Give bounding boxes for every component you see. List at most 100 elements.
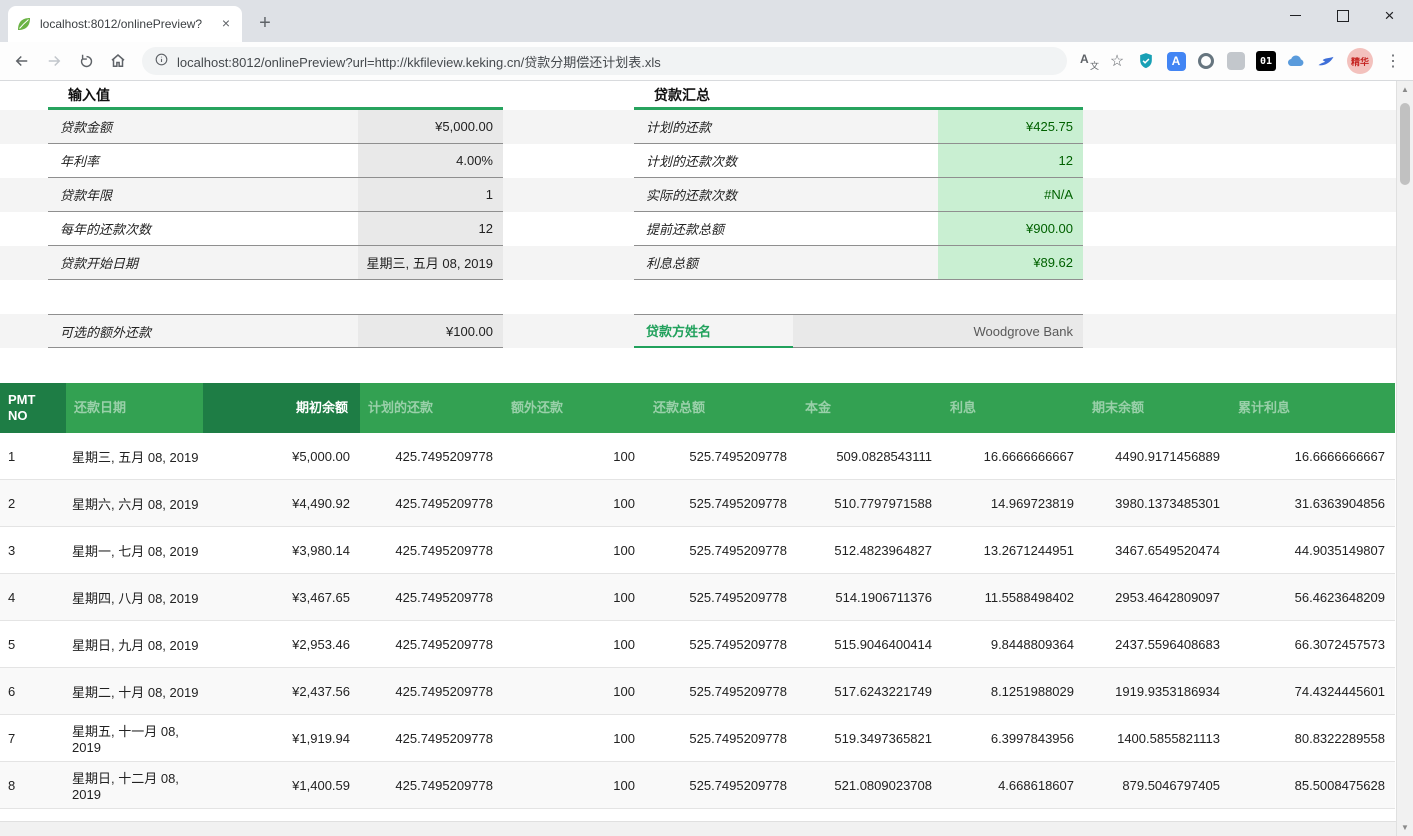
schedule-column-header: 计划的还款 bbox=[360, 383, 503, 433]
input-label: 每年的还款次数 bbox=[48, 212, 358, 245]
scroll-up-icon[interactable]: ▲ bbox=[1397, 81, 1413, 98]
horizontal-scrollbar[interactable] bbox=[0, 821, 1396, 836]
scrollbar-thumb[interactable] bbox=[1400, 103, 1410, 185]
bookmark-star-icon[interactable]: ☆ bbox=[1104, 48, 1130, 74]
summary-value: ¥900.00 bbox=[938, 212, 1083, 245]
address-bar[interactable]: localhost:8012/onlinePreview?url=http://… bbox=[142, 47, 1067, 75]
schedule-column-header: 还款日期 bbox=[66, 383, 203, 433]
bird-extension-icon[interactable] bbox=[1314, 49, 1338, 73]
schedule-cell: ¥5,000.00 bbox=[203, 433, 360, 480]
lender-row: 贷款方姓名 Woodgrove Bank bbox=[634, 314, 1083, 348]
browser-toolbar: localhost:8012/onlinePreview?url=http://… bbox=[0, 42, 1413, 81]
scroll-down-icon[interactable]: ▼ bbox=[1397, 819, 1413, 836]
schedule-cell: 519.3497365821 bbox=[797, 715, 942, 762]
schedule-cell: ¥1,919.94 bbox=[203, 715, 360, 762]
schedule-cell: 星期二, 十月 08, 2019 bbox=[66, 668, 203, 715]
summary-label: 实际的还款次数 bbox=[634, 178, 938, 211]
summary-value: ¥425.75 bbox=[938, 110, 1083, 143]
close-window-button[interactable]: × bbox=[1366, 0, 1413, 31]
profile-avatar[interactable]: 精华 bbox=[1347, 48, 1373, 74]
new-tab-button[interactable]: + bbox=[252, 10, 278, 36]
schedule-cell: 星期一, 七月 08, 2019 bbox=[66, 527, 203, 574]
translate-icon[interactable]: A文 bbox=[1076, 48, 1102, 74]
schedule-cell: ¥3,467.65 bbox=[203, 574, 360, 621]
amortization-table: PMT NO还款日期期初余额计划的还款额外还款还款总额本金利息期末余额累计利息 … bbox=[0, 383, 1395, 836]
schedule-cell: 31.6363904856 bbox=[1230, 480, 1395, 527]
tab-title: localhost:8012/onlinePreview? bbox=[40, 17, 218, 31]
schedule-cell: 525.7495209778 bbox=[645, 433, 797, 480]
schedule-cell: 510.7797971588 bbox=[797, 480, 942, 527]
minimize-button[interactable] bbox=[1272, 0, 1319, 31]
cloud-extension-icon[interactable] bbox=[1284, 49, 1308, 73]
schedule-cell: 100 bbox=[503, 715, 645, 762]
schedule-cell: 525.7495209778 bbox=[645, 527, 797, 574]
schedule-column-header: 期初余额 bbox=[203, 383, 360, 433]
tampermonkey-badge-icon[interactable]: 01 bbox=[1254, 49, 1278, 73]
schedule-cell: 星期日, 十二月 08, 2019 bbox=[66, 762, 203, 809]
kkfileview-leaf-icon bbox=[16, 16, 32, 32]
summary-label: 提前还款总额 bbox=[634, 212, 938, 245]
schedule-cell: 85.5008475628 bbox=[1230, 762, 1395, 809]
summary-label: 计划的还款 bbox=[634, 110, 938, 143]
schedule-cell: 4 bbox=[0, 574, 66, 621]
schedule-cell: 4490.9171456889 bbox=[1084, 433, 1230, 480]
schedule-column-header: 期末余额 bbox=[1084, 383, 1230, 433]
schedule-cell: 3 bbox=[0, 527, 66, 574]
vertical-scrollbar[interactable]: ▲ ▼ bbox=[1396, 81, 1413, 836]
url-text[interactable]: localhost:8012/onlinePreview?url=http://… bbox=[177, 52, 661, 71]
schedule-cell: 514.1906711376 bbox=[797, 574, 942, 621]
schedule-cell: 425.7495209778 bbox=[360, 762, 503, 809]
schedule-column-header: PMT NO bbox=[0, 383, 66, 433]
schedule-cell: 425.7495209778 bbox=[360, 715, 503, 762]
schedule-cell: 525.7495209778 bbox=[645, 574, 797, 621]
extra-payment-value: ¥100.00 bbox=[358, 315, 503, 347]
schedule-cell: 425.7495209778 bbox=[360, 621, 503, 668]
translate-extension-icon[interactable]: A bbox=[1164, 49, 1188, 73]
schedule-row: 2星期六, 六月 08, 2019¥4,490.92425.7495209778… bbox=[0, 480, 1395, 527]
input-row: 贷款年限1 bbox=[48, 178, 503, 212]
summary-value: #N/A bbox=[938, 178, 1083, 211]
schedule-cell: 515.9046400414 bbox=[797, 621, 942, 668]
ring-extension-icon[interactable] bbox=[1194, 49, 1218, 73]
schedule-cell: ¥1,400.59 bbox=[203, 762, 360, 809]
gray-extension-icon[interactable] bbox=[1224, 49, 1248, 73]
browser-menu-icon[interactable]: ⋮ bbox=[1380, 48, 1406, 74]
reload-icon[interactable] bbox=[72, 47, 100, 75]
schedule-cell: ¥4,490.92 bbox=[203, 480, 360, 527]
schedule-cell: 509.0828543111 bbox=[797, 433, 942, 480]
shield-extension-icon[interactable] bbox=[1134, 49, 1158, 73]
schedule-row: 6星期二, 十月 08, 2019¥2,437.56425.7495209778… bbox=[0, 668, 1395, 715]
back-icon[interactable] bbox=[8, 47, 36, 75]
forward-icon[interactable] bbox=[40, 47, 68, 75]
input-value: 星期三, 五月 08, 2019 bbox=[358, 246, 503, 279]
schedule-column-header: 额外还款 bbox=[503, 383, 645, 433]
summary-row: 计划的还款次数12 bbox=[634, 144, 1083, 178]
page-info-icon[interactable] bbox=[154, 52, 169, 70]
schedule-cell: 66.3072457573 bbox=[1230, 621, 1395, 668]
schedule-cell: 100 bbox=[503, 527, 645, 574]
input-row: 每年的还款次数12 bbox=[48, 212, 503, 246]
schedule-cell: 80.8322289558 bbox=[1230, 715, 1395, 762]
extensions-area: A 01 bbox=[1131, 49, 1341, 73]
schedule-cell: 3467.6549520474 bbox=[1084, 527, 1230, 574]
maximize-button[interactable] bbox=[1319, 0, 1366, 31]
schedule-cell: 100 bbox=[503, 762, 645, 809]
schedule-cell: 2953.4642809097 bbox=[1084, 574, 1230, 621]
schedule-cell: 11.5588498402 bbox=[942, 574, 1084, 621]
schedule-cell: 512.4823964827 bbox=[797, 527, 942, 574]
schedule-cell: 521.0809023708 bbox=[797, 762, 942, 809]
browser-tab[interactable]: localhost:8012/onlinePreview? × bbox=[8, 6, 242, 42]
lender-name-label: 贷款方姓名 bbox=[634, 315, 793, 348]
schedule-cell: 879.5046797405 bbox=[1084, 762, 1230, 809]
home-icon[interactable] bbox=[104, 47, 132, 75]
schedule-header-row: PMT NO还款日期期初余额计划的还款额外还款还款总额本金利息期末余额累计利息 bbox=[0, 383, 1395, 433]
schedule-column-header: 利息 bbox=[942, 383, 1084, 433]
tab-close-icon[interactable]: × bbox=[218, 16, 234, 32]
schedule-cell: ¥2,953.46 bbox=[203, 621, 360, 668]
schedule-cell: 星期六, 六月 08, 2019 bbox=[66, 480, 203, 527]
summary-label: 计划的还款次数 bbox=[634, 144, 938, 177]
schedule-cell: 9.8448809364 bbox=[942, 621, 1084, 668]
input-value: 1 bbox=[358, 178, 503, 211]
schedule-cell: 1400.5855821113 bbox=[1084, 715, 1230, 762]
input-table: 贷款金额¥5,000.00年利率4.00%贷款年限1每年的还款次数12贷款开始日… bbox=[48, 110, 503, 280]
